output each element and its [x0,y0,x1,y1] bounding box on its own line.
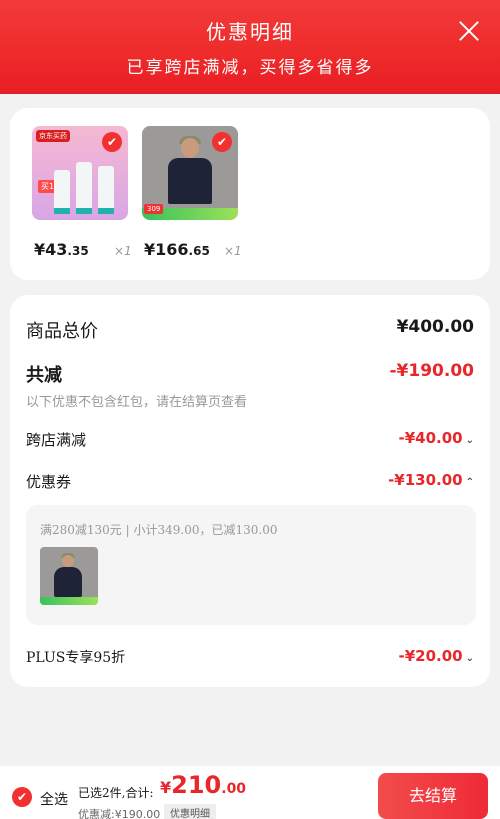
discount-detail-button[interactable]: 优惠明细 [164,804,216,819]
plus-discount-value[interactable]: -¥20.00 ⌄ [399,647,475,665]
plus-discount-row[interactable]: PLUS专享95折 -¥20.00 ⌄ [26,647,474,669]
header: 优惠明细 已享跨店满减，买得多省得多 [0,0,500,94]
store-tag: 京东买药 [36,130,70,142]
product-qty: ×1 [224,244,242,258]
total-reduce-label: 共减 [26,365,62,386]
chevron-down-icon[interactable]: ⌄ [466,435,474,446]
select-all-label[interactable]: 全选 [40,789,68,809]
saved-amount: 优惠减:¥190.00 [78,808,161,819]
product-thumbnail[interactable]: ✔ 309 [142,126,238,220]
price-tag: 309 [144,204,164,214]
checkout-bar: ✔ 全选 已选2件,合计: ¥210.00 优惠减:¥190.00 优惠明细 去… [0,766,500,819]
product-image [181,138,199,158]
total-price-label: 商品总价 [26,321,98,342]
total-amount: ¥210.00 [160,771,247,799]
coupon-detail-box: 满280减130元 | 小计349.00，已减130.00 [26,505,476,625]
plus-discount-label: PLUS专享95折 [26,650,126,666]
product-image [98,166,114,214]
cross-store-value[interactable]: -¥40.00 ⌄ [399,429,475,447]
product-item[interactable]: 京东买药 ✔ 买1送1 [32,126,128,220]
total-price-row: 商品总价 ¥400.00 [26,317,474,342]
product-price: ¥43.35 [34,240,89,259]
total-reduce-value: -¥190.00 [389,361,475,381]
coupon-product-thumbnail [40,547,98,605]
close-icon[interactable] [456,18,482,44]
check-icon[interactable]: ✔ [212,132,232,152]
product-image [54,170,70,214]
product-image [54,567,82,597]
page-subtitle: 已享跨店满减，买得多省得多 [126,58,374,78]
total-reduce-row: 共减 -¥190.00 [26,361,475,386]
discount-note: 以下优惠不包含红包，请在结算页查看 [26,395,248,410]
product-image [168,158,212,204]
selected-summary: 已选2件,合计: [78,786,154,800]
check-icon[interactable]: ✔ [12,787,32,807]
product-image [62,555,74,567]
products-card: 京东买药 ✔ 买1送1 ¥43.35 ×1 ✔ 309 ¥166.65 ×1 [10,108,490,280]
coupon-desc: 满280减130元 | 小计349.00，已减130.00 [40,523,278,537]
product-price: ¥166.65 [144,240,210,259]
product-thumbnail[interactable]: 京东买药 ✔ 买1送1 [32,126,128,220]
checkout-button[interactable]: 去结算 [378,773,488,819]
coupon-row[interactable]: 优惠券 -¥130.00 ⌃ [26,471,474,493]
cross-store-row[interactable]: 跨店满减 -¥40.00 ⌄ [26,429,474,451]
chevron-down-icon[interactable]: ⌄ [466,653,474,664]
coupon-value[interactable]: -¥130.00 ⌃ [388,471,474,489]
coupon-label: 优惠券 [26,473,72,491]
product-image [76,162,92,214]
chevron-up-icon[interactable]: ⌃ [466,477,474,488]
discount-detail-card: 商品总价 ¥400.00 共减 -¥190.00 以下优惠不包含红包，请在结算页… [10,295,490,687]
product-item[interactable]: ✔ 309 [142,126,238,220]
cross-store-label: 跨店满减 [26,431,87,449]
page-title: 优惠明细 [206,20,294,44]
total-price-value: ¥400.00 [396,317,474,337]
check-icon[interactable]: ✔ [102,132,122,152]
product-qty: ×1 [114,244,132,258]
promo-bar [40,597,98,605]
